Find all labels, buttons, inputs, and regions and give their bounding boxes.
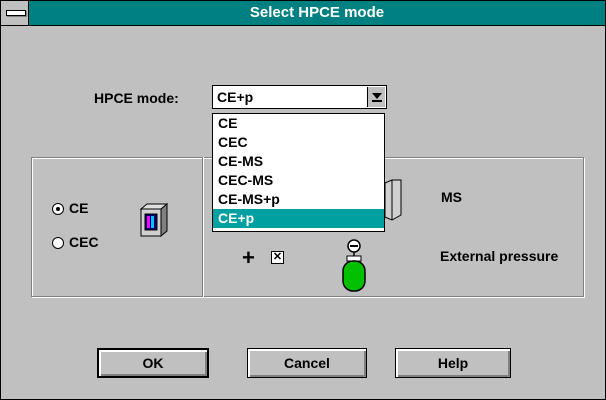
external-pressure-label: External pressure [440,248,559,264]
dropdown-option[interactable]: CEC-MS [213,171,384,190]
ok-button[interactable]: OK [97,348,209,378]
group-divider [202,157,204,297]
dropdown-button[interactable] [367,87,385,107]
pressure-gauge-icon [342,239,366,292]
ce-instrument-icon [139,203,169,237]
title-bar: Select HPCE mode [1,1,605,26]
system-menu-button[interactable] [1,1,29,25]
dropdown-option[interactable]: CE [213,114,384,133]
dropdown-option[interactable]: CE-MS+p [213,190,384,209]
hpce-mode-dropdown-list[interactable]: CE CEC CE-MS CEC-MS CE-MS+p CE+p [212,113,385,232]
radio-ce[interactable] [52,203,64,215]
hpce-mode-label: HPCE mode: [94,90,179,106]
window-title: Select HPCE mode [249,4,385,21]
dropdown-option[interactable]: CE-MS [213,152,384,171]
hpce-mode-value: CE+p [217,89,254,105]
system-menu-icon [6,10,26,16]
dropdown-option-selected[interactable]: CE+p [213,209,384,228]
select-hpce-mode-dialog: Select HPCE mode HPCE mode: CE+p CE CEC … [0,0,606,400]
external-pressure-checkbox[interactable]: ✕ [271,251,284,264]
chevron-down-icon [372,93,382,99]
ms-label: MS [441,189,462,205]
ms-instrument-icon [384,179,402,221]
radio-cec[interactable] [52,237,64,249]
dropdown-option[interactable]: CEC [213,133,384,152]
cancel-button[interactable]: Cancel [247,348,367,378]
help-button[interactable]: Help [395,348,511,378]
hpce-mode-combobox[interactable]: CE+p [212,85,387,109]
radio-ce-label[interactable]: CE [69,200,88,216]
plus-symbol: + [242,245,255,270]
radio-cec-label[interactable]: CEC [69,234,99,250]
